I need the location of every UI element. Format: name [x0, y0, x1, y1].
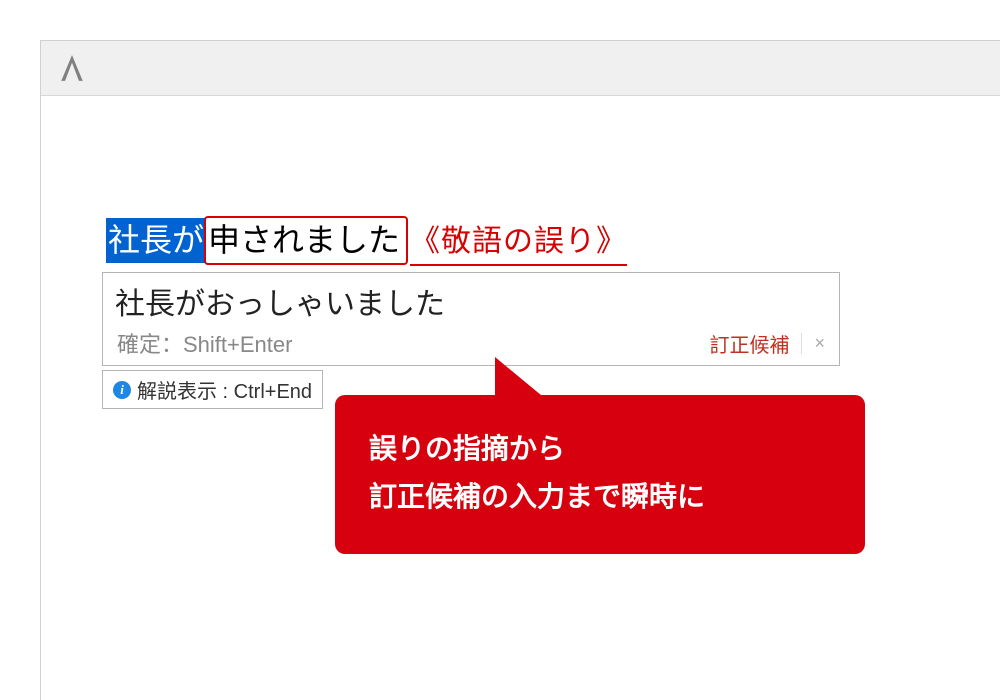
explanation-hint[interactable]: i 解説表示 : Ctrl+End [102, 370, 323, 409]
explanation-hint-label: 解説表示 : Ctrl+End [137, 375, 312, 404]
suggestion-footer: 確定：Shift+Enter 訂正候補 × [103, 325, 839, 365]
close-icon[interactable]: × [801, 333, 829, 354]
feature-callout: 誤りの指摘から 訂正候補の入力まで瞬時に [335, 395, 865, 554]
ime-error-segment[interactable]: 申されました [204, 216, 408, 265]
info-icon: i [113, 381, 131, 399]
titlebar [41, 41, 1000, 96]
error-annotation: 《敬語の誤り》 [410, 221, 627, 266]
suggestion-text[interactable]: 社長がおっしゃいました [103, 273, 839, 325]
app-logo-icon [59, 53, 85, 83]
ime-selected-segment[interactable]: 社長が [106, 218, 206, 263]
correction-candidates-button[interactable]: 訂正候補 [709, 329, 789, 358]
callout-line-2: 訂正候補の入力まで瞬時に [369, 473, 831, 521]
callout-line-1: 誤りの指摘から [369, 425, 831, 473]
ime-suggestion-popup: 社長がおっしゃいました 確定：Shift+Enter 訂正候補 × [102, 272, 840, 366]
ime-input-line[interactable]: 社長が 申されました 《敬語の誤り》 [106, 216, 1000, 266]
confirm-hint: 確定：Shift+Enter [117, 327, 292, 359]
